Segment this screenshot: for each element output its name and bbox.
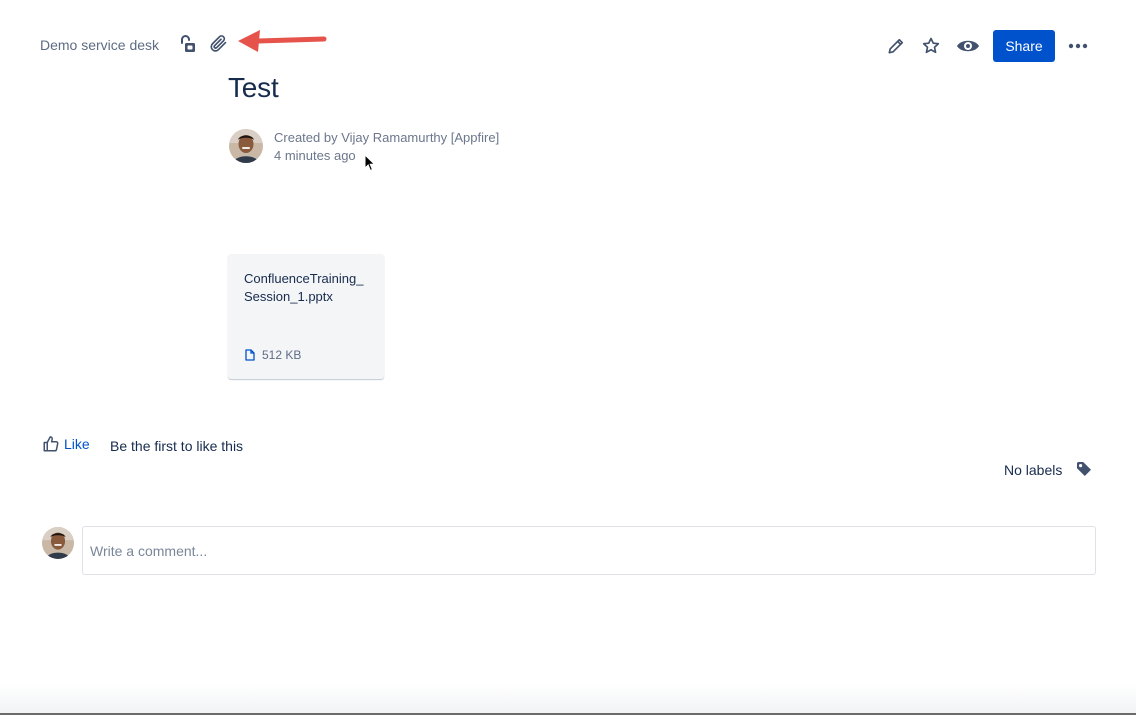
file-icon xyxy=(245,349,255,361)
labels-status: No labels xyxy=(1004,462,1063,478)
like-summary: Be the first to like this xyxy=(110,438,244,454)
share-button[interactable]: Share xyxy=(993,30,1055,62)
comment-input[interactable] xyxy=(82,526,1096,575)
like-button[interactable]: Like xyxy=(42,435,90,453)
bottom-shadow xyxy=(0,684,1136,715)
thumbs-up-icon xyxy=(43,436,59,452)
current-user-avatar xyxy=(42,527,74,559)
byline: Created by Vijay Ramamurthy [Appfire] 4 … xyxy=(274,129,499,165)
eye-icon[interactable] xyxy=(955,34,981,58)
annotation-arrow xyxy=(238,30,327,52)
star-icon[interactable] xyxy=(919,34,943,58)
attachment-meta: 512 KB xyxy=(245,348,301,362)
attachment-name: ConfluenceTraining_Session_1.pptx xyxy=(244,271,364,304)
breadcrumb-space[interactable]: Demo service desk xyxy=(40,37,159,53)
paperclip-icon[interactable] xyxy=(207,32,229,54)
pencil-icon[interactable] xyxy=(884,34,908,58)
attachment-size: 512 KB xyxy=(262,348,302,362)
like-label: Like xyxy=(64,436,90,452)
confluence-page: Demo service desk Share Test Created by … xyxy=(0,0,1136,715)
byline-time[interactable]: 4 minutes ago xyxy=(274,147,499,165)
author-avatar[interactable] xyxy=(229,129,263,163)
byline-created[interactable]: Created by Vijay Ramamurthy [Appfire] xyxy=(274,129,499,147)
attachment-card[interactable]: ConfluenceTraining_Session_1.pptx 512 KB xyxy=(228,254,384,379)
mouse-cursor-icon xyxy=(364,154,376,172)
more-icon[interactable] xyxy=(1066,36,1090,56)
page-title: Test xyxy=(228,72,279,103)
unlock-icon[interactable] xyxy=(177,33,197,55)
tag-icon[interactable] xyxy=(1074,459,1094,479)
